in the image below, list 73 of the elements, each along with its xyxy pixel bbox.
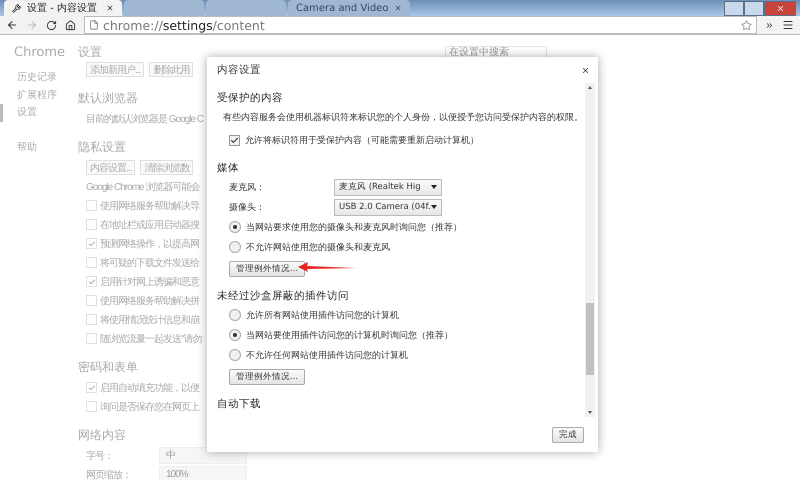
sidebar-item[interactable]: 历史记录 — [0, 69, 78, 86]
menu-icon[interactable] — [782, 19, 794, 31]
section-heading: 默认浏览器 — [78, 90, 138, 106]
manage-exceptions-button[interactable]: 管理例外情况... — [229, 369, 306, 385]
close-icon[interactable] — [581, 66, 590, 74]
field-label: 网页缩放： — [86, 468, 132, 480]
checkbox-label: 启用针对网上诱骗和恶意 — [100, 276, 199, 288]
checkbox-label: 使用网络服务帮助解决拼 — [100, 294, 199, 308]
radio-button[interactable] — [229, 221, 241, 233]
star-icon[interactable] — [741, 20, 752, 30]
home-icon[interactable] — [65, 20, 76, 30]
radio-button[interactable] — [229, 329, 241, 341]
radio-label: 不允许网站使用您的摄像头和麦克风 — [246, 242, 390, 254]
settings-button[interactable]: 内容设置... — [86, 160, 136, 175]
description-text: Google Chrome 浏览器可能会 — [86, 180, 200, 194]
description-text: 目前的默认浏览器是 Google C — [86, 112, 204, 126]
manage-exceptions-button[interactable]: 管理例外情况... — [229, 261, 306, 277]
done-button[interactable]: 完成 — [552, 426, 584, 442]
checkbox-label: 启用自动填充功能，以便 — [100, 382, 199, 394]
sidebar-item[interactable]: 帮助 — [0, 138, 78, 156]
radio-button[interactable] — [229, 309, 241, 321]
checkbox[interactable] — [229, 134, 240, 146]
dropdown[interactable]: 100% — [159, 466, 247, 480]
reload-icon[interactable] — [46, 20, 57, 30]
checkbox-label: 将可疑的下载文件发送给 — [100, 256, 199, 270]
settings-button[interactable]: 清除浏览数 — [140, 160, 194, 175]
sidebar-item[interactable]: 设置 — [0, 104, 78, 122]
sidebar-item[interactable]: 扩展程序 — [0, 86, 78, 104]
back-icon[interactable] — [6, 19, 18, 31]
minimize-button[interactable] — [724, 1, 744, 16]
url-text: chrome://settings/content — [103, 18, 265, 32]
section-heading: 未经过沙盒屏蔽的插件访问 — [217, 289, 350, 304]
forward-icon[interactable] — [26, 19, 38, 31]
page-icon — [89, 20, 99, 30]
field-label: 字号： — [86, 450, 114, 462]
checkbox-label: 询问是否保存您在网页上 — [100, 400, 199, 414]
dropdown[interactable]: 麦克风 (Realtek Hig — [334, 178, 442, 196]
browser-tab[interactable]: 设置 - 内容设置 — [4, 0, 122, 16]
field-label: 摄像头： — [229, 202, 266, 214]
radio-label: 当网站要使用插件访问您的计算机时询问您（推荐） — [246, 330, 453, 342]
radio-label: 不允许任何网站使用插件访问您的计算机 — [246, 350, 408, 362]
radio-label: 当网站要求使用您的摄像头和麦克风时询问您（推荐） — [246, 222, 462, 234]
sidebar-title: Chrome — [13, 45, 66, 60]
radio-button[interactable] — [229, 241, 241, 253]
dialog-title: 内容设置 — [217, 63, 261, 77]
radio-label: 允许所有网站使用插件访问您的计算机 — [246, 310, 399, 322]
checkbox-label: 将使用情况统计信息和崩 — [100, 314, 199, 326]
browser-tab[interactable]: Camera and Video — [288, 0, 410, 16]
checkbox-label: 预测网络操作，以提高网 — [100, 238, 199, 250]
field-label: 麦克风： — [229, 182, 266, 194]
chevrons-icon[interactable] — [765, 20, 774, 30]
checkbox-label: 在地址栏或应用启动器搜 — [100, 218, 199, 232]
section-heading: 受保护的内容 — [217, 91, 284, 106]
section-heading: 网络内容 — [78, 426, 126, 444]
wrench-icon — [12, 4, 21, 12]
settings-button[interactable]: 删除此用 — [149, 62, 194, 77]
section-heading: 自动下载 — [217, 397, 262, 412]
settings-button[interactable]: 添加新用户... — [86, 62, 144, 77]
checkbox-label: 使用网络服务帮助解决导 — [100, 200, 199, 212]
scrollbar[interactable] — [585, 83, 595, 417]
checkbox-label: 允许将标识符用于受保护内容（可能需要重新启动计算机） — [245, 134, 479, 146]
close-icon — [776, 4, 784, 13]
address-bar[interactable]: chrome://settings/content — [84, 16, 757, 34]
radio-button[interactable] — [229, 349, 241, 361]
maximize-button[interactable] — [744, 1, 764, 16]
section-heading: 媒体 — [217, 161, 240, 176]
dropdown[interactable]: USB 2.0 Camera (04f. — [334, 198, 442, 216]
page-title: 设置 — [78, 44, 103, 61]
close-icon[interactable] — [106, 4, 114, 12]
section-heading: 密码和表单 — [78, 358, 138, 376]
checkbox-label: 随浏览流量一起发送"请勿 — [100, 332, 202, 346]
section-heading: 隐私设置 — [78, 138, 126, 156]
description-text: 有些内容服务会使用机器标识符来标识您的个人身份，以便授予您访问受保护内容的权限。 — [223, 112, 583, 124]
